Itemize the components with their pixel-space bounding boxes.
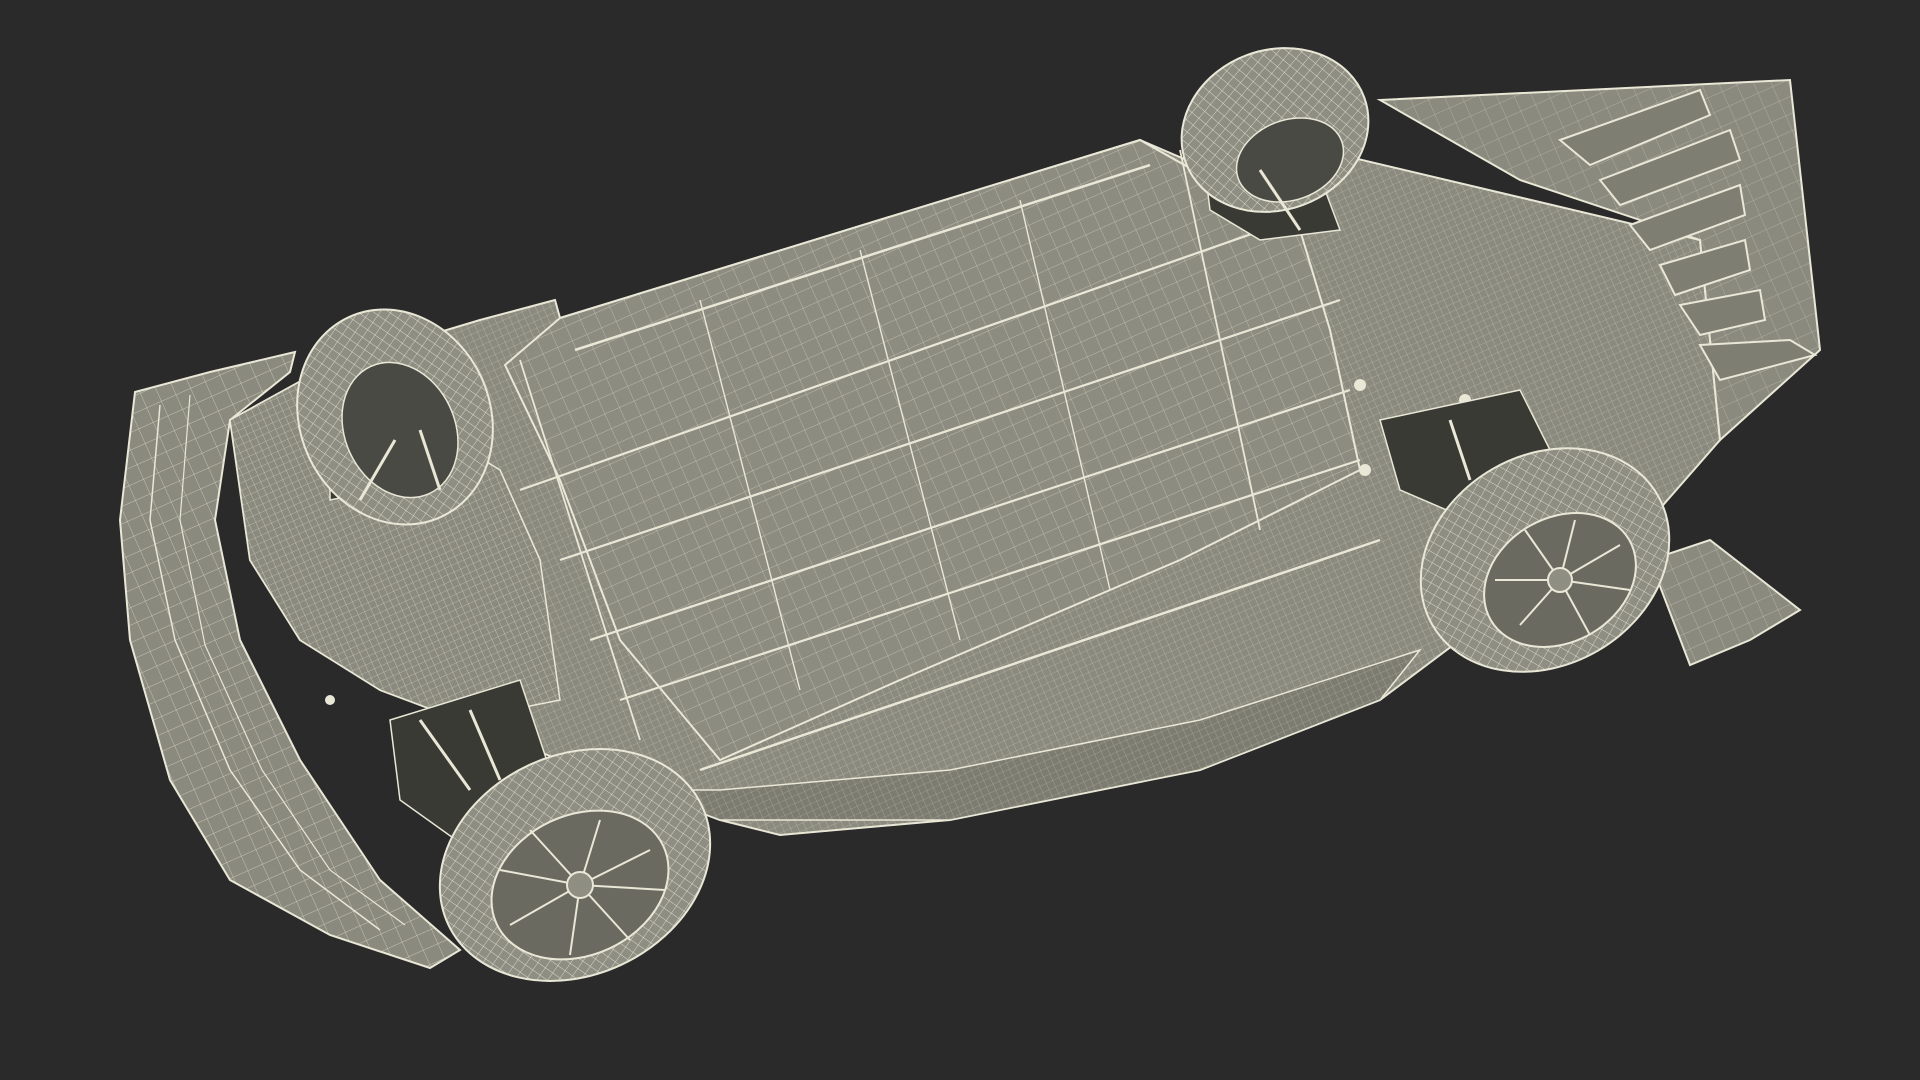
viewport [0, 0, 1920, 1080]
car-underbody-wireframe [118, 47, 1822, 982]
